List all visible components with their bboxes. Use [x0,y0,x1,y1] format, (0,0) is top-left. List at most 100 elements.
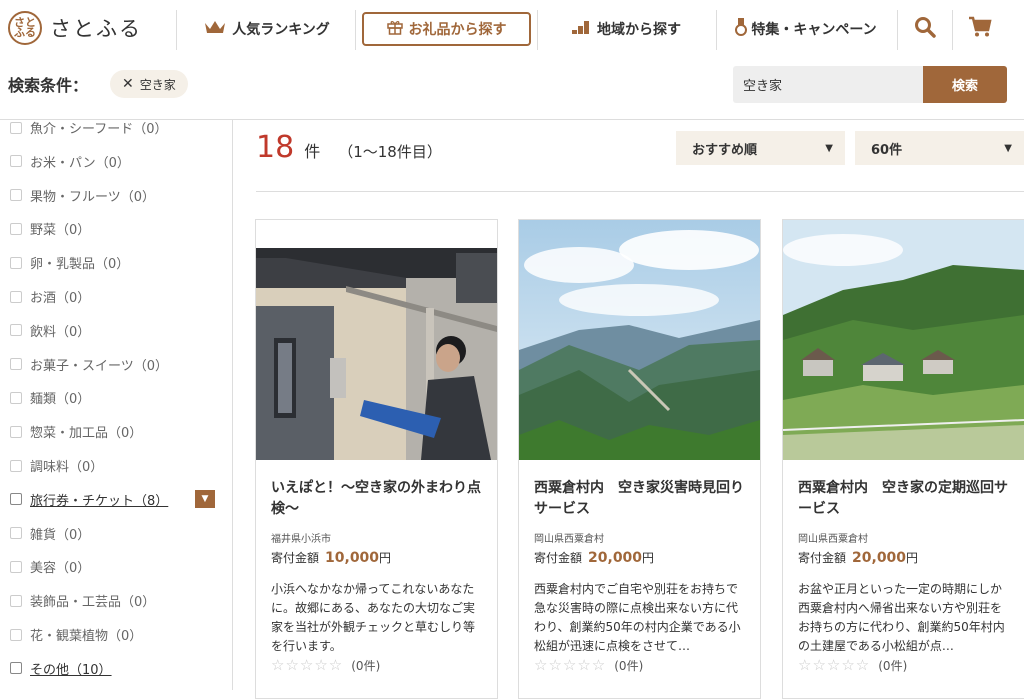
price-label: 寄付金額 [271,551,320,565]
sidebar-category-item[interactable]: お酒（0） [10,287,90,306]
search-conditions-label: 検索条件： [8,76,89,95]
review-count[interactable]: (0件) [351,657,380,674]
category-label[interactable]: 惣菜・加工品（0） [30,422,142,441]
category-checkbox[interactable] [10,324,22,337]
sidebar-category-item[interactable]: 装飾品・工芸品（0） [10,591,155,610]
sidebar-category-item[interactable]: 惣菜・加工品（0） [10,422,142,441]
category-label[interactable]: 旅行券・チケット（8） [30,490,168,509]
category-label[interactable]: 花・観葉植物（0） [30,625,142,644]
search-nav-button[interactable] [900,8,950,50]
product-title[interactable]: 西粟倉村内 空き家災害時見回りサービス [534,478,749,520]
product-price-row: 寄付金額 20,000 円 [798,549,918,566]
category-checkbox[interactable] [10,222,22,235]
per-page-select[interactable]: 60件 ▼ [855,131,1024,165]
sidebar-category-item[interactable]: お菓子・スイーツ（0） [10,355,168,374]
category-label[interactable]: 装飾品・工芸品（0） [30,591,155,610]
category-label[interactable]: お酒（0） [30,287,90,306]
product-title[interactable]: 西粟倉村内 空き家の定期巡回サービス [798,478,1013,520]
category-label[interactable]: 飲料（0） [30,321,90,340]
category-label[interactable]: お菓子・スイーツ（0） [30,355,168,374]
nav-region[interactable]: 地域から探す [546,8,706,50]
result-count-unit: 件 [304,142,321,161]
sidebar-category-item[interactable]: 卵・乳製品（0） [10,253,129,272]
product-image-mountain-valley[interactable] [519,220,760,460]
nav-divider [355,10,356,50]
category-label[interactable]: 麺類（0） [30,388,90,407]
product-card[interactable]: いえぽと！〜空き家の外まわり点検〜 福井県小浜市 寄付金額 10,000 円 小… [255,219,498,699]
category-expand-button[interactable]: ▼ [195,490,215,508]
category-label[interactable]: 雑貨（0） [30,524,90,543]
sidebar-category-item[interactable]: 飲料（0） [10,321,90,340]
sidebar-category-item[interactable]: 旅行券・チケット（8） [10,490,168,509]
search-input[interactable] [733,66,923,103]
product-card[interactable]: 西粟倉村内 空き家の定期巡回サービス 岡山県西粟倉村 寄付金額 20,000 円… [782,219,1024,699]
product-location: 岡山県西粟倉村 [534,534,604,545]
category-checkbox[interactable] [10,155,22,168]
product-image-village[interactable] [783,220,1024,460]
search-button[interactable]: 検索 [923,66,1007,103]
nav-ranking[interactable]: 人気ランキング [186,8,348,50]
product-image-house-inspection[interactable] [256,248,497,460]
nav-divider [952,10,953,50]
category-checkbox[interactable] [10,662,22,675]
price-unit: 円 [906,551,919,565]
review-count[interactable]: (0件) [878,657,907,674]
sidebar-category-item[interactable]: 雑貨（0） [10,524,90,543]
category-checkbox[interactable] [10,560,22,573]
sort-select[interactable]: おすすめ順 ▼ [676,131,845,165]
category-label[interactable]: 美容（0） [30,557,90,576]
sidebar-category-item[interactable]: 野菜（0） [10,219,90,238]
category-checkbox[interactable] [10,628,22,641]
price-unit: 円 [379,551,392,565]
category-checkbox[interactable] [10,493,22,506]
price-label: 寄付金額 [534,551,583,565]
category-checkbox[interactable] [10,391,22,404]
nav-gift-label: お礼品から探す [408,22,507,38]
sidebar-category-item[interactable]: 麺類（0） [10,388,90,407]
category-checkbox[interactable] [10,459,22,472]
cart-icon [968,16,992,42]
category-label[interactable]: 魚介・シーフード（0） [30,120,168,137]
product-card[interactable]: 西粟倉村内 空き家災害時見回りサービス 岡山県西粟倉村 寄付金額 20,000 … [518,219,761,699]
gift-icon [386,19,403,39]
category-label[interactable]: 野菜（0） [30,219,90,238]
category-label[interactable]: 卵・乳製品（0） [30,253,129,272]
category-checkbox[interactable] [10,121,22,134]
nav-special[interactable]: 特集・キャンペーン [722,8,890,50]
product-price: 20,000 [852,550,907,566]
category-label[interactable]: 果物・フルーツ（0） [30,186,155,205]
site-logo[interactable]: さと ふる さとふる [8,11,142,45]
category-checkbox[interactable] [10,594,22,607]
price-label: 寄付金額 [798,551,847,565]
close-icon[interactable]: ✕ [122,76,134,92]
sidebar-category-item[interactable]: 美容（0） [10,557,90,576]
product-description: お盆や正月といった一定の時期にしか西粟倉村内へ帰省出来ない方や別荘をお持ちの方に… [798,582,1005,653]
review-count[interactable]: (0件) [614,657,643,674]
condition-chip[interactable]: ✕ 空き家 [110,70,188,98]
product-title[interactable]: いえぽと！〜空き家の外まわり点検〜 [271,478,486,520]
category-checkbox[interactable] [10,527,22,540]
sidebar-category-item[interactable]: 魚介・シーフード（0） [10,120,168,137]
sidebar-category-item[interactable]: お米・パン（0） [10,152,130,171]
category-checkbox[interactable] [10,358,22,371]
nav-special-label: 特集・キャンペーン [751,22,877,38]
category-label[interactable]: お米・パン（0） [30,152,130,171]
category-label[interactable]: その他（10） [30,659,112,678]
nav-gift-search[interactable]: お礼品から探す [362,12,531,46]
sidebar-category-item[interactable]: 果物・フルーツ（0） [10,186,155,205]
category-checkbox[interactable] [10,425,22,438]
sidebar-category-item[interactable]: 調味料（0） [10,456,103,475]
sidebar-category-item[interactable]: その他（10） [10,659,112,678]
category-checkbox[interactable] [10,290,22,303]
crown-icon [204,19,226,39]
nav-divider [716,10,717,50]
sidebar-category-item[interactable]: 花・観葉植物（0） [10,625,142,644]
cart-button[interactable] [955,8,1005,50]
star-icon: ☆☆☆☆☆ [534,656,607,674]
category-checkbox[interactable] [10,189,22,202]
category-label[interactable]: 調味料（0） [30,456,103,475]
category-checkbox[interactable] [10,256,22,269]
product-price-row: 寄付金額 10,000 円 [271,549,391,566]
nav-region-label: 地域から探す [597,22,681,38]
chevron-down-icon: ▼ [825,142,833,154]
